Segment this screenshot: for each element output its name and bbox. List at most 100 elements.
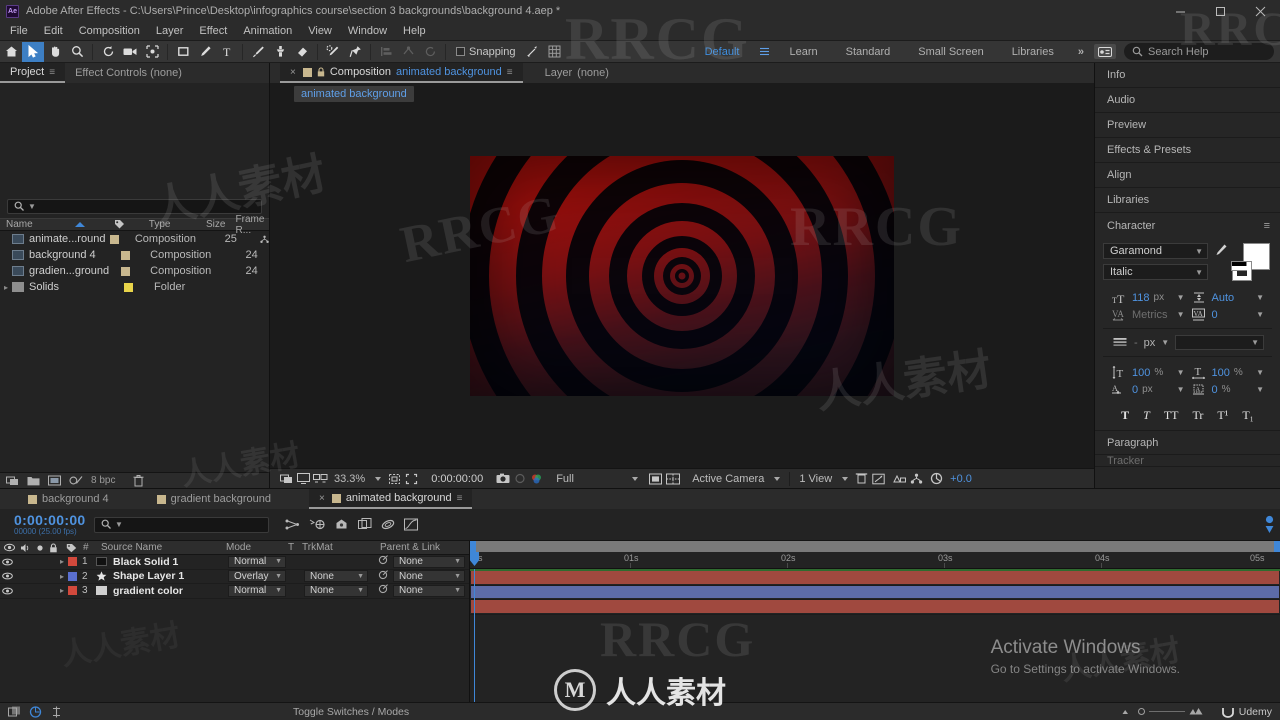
timeline-zoom-slider[interactable] [1122,707,1203,716]
font-size-field[interactable]: TT 118 px ▼ [1111,289,1185,306]
close-icon[interactable]: × [290,63,296,82]
menu-edit[interactable]: Edit [36,22,71,40]
layer-row[interactable]: ▸ 3 gradient color Normal ▼ None ▼ None … [0,584,469,599]
chevron-down-icon[interactable]: ▼ [1177,368,1185,377]
layer-name[interactable]: gradient color [113,585,228,597]
hand-tool-icon[interactable] [44,42,66,62]
current-time-indicator[interactable] [470,552,479,566]
tab-effect-controls[interactable]: Effect Controls (none) [65,63,192,83]
composition-mini-flowchart-icon[interactable] [285,518,300,531]
motion-blur-icon[interactable] [381,518,395,531]
layer-track-area[interactable] [470,569,1280,702]
workspace-overflow[interactable]: » [1068,41,1094,63]
panel-tracker[interactable]: Tracker [1095,455,1280,467]
chevron-down-icon[interactable]: ▼ [1161,338,1169,347]
item-label-swatch-cell[interactable] [119,266,150,276]
parent-link-header[interactable]: Parent & Link [374,542,464,553]
puppet-pin-tool-icon[interactable] [344,42,366,62]
layer-visibility-toggle[interactable] [0,587,14,595]
selection-tool-icon[interactable] [22,41,44,62]
panel-audio[interactable]: Audio [1095,88,1280,113]
stroke-width-value[interactable]: - [1134,337,1138,349]
marker-circle-icon[interactable] [1265,515,1274,524]
layer-label-color[interactable] [68,571,77,581]
layer-blend-mode-select[interactable]: Normal ▼ [228,584,286,597]
zoom-dropdown-icon[interactable] [375,476,382,481]
zoom-tool-icon[interactable] [66,42,88,62]
track-row[interactable] [470,571,1280,586]
workspace-standard[interactable]: Standard [832,41,905,63]
panel-paragraph[interactable]: Paragraph [1095,430,1280,455]
panel-menu-icon[interactable]: ≡ [457,489,463,508]
timeline-tab-background-4[interactable]: background 4 [18,489,119,509]
layer-name[interactable]: Black Solid 1 [113,556,228,568]
layer-track-matte-cell[interactable]: None ▼ [304,570,372,583]
column-frame-rate[interactable]: Frame R... [230,214,269,236]
timeline-tab-gradient-background[interactable]: gradient background [147,489,281,509]
home-icon[interactable] [0,42,22,62]
layer-parent-select[interactable]: None ▼ [393,570,465,583]
column-size[interactable]: Size [200,219,230,230]
list-item[interactable]: background 4 Composition 24 [0,247,269,263]
zoom-in-icon[interactable] [1189,707,1203,716]
layer-track-matte-cell[interactable]: None ▼ [304,584,372,597]
3d-view-icon[interactable] [664,471,681,487]
layer-row[interactable]: ▸ 2 Shape Layer 1 Overlay ▼ None ▼ None … [0,569,469,584]
work-area-bar[interactable] [470,541,1280,552]
timeline-graph-area[interactable]: 0s 01s 02s 03s 04s 05s [470,541,1280,702]
brush-tool-icon[interactable] [247,42,269,62]
timeline-flowchart-icon[interactable] [908,471,925,487]
new-composition-icon[interactable] [48,475,61,486]
layer-blend-mode-select[interactable]: Overlay ▼ [228,570,286,583]
preserve-transparency-header[interactable]: T [288,542,302,553]
hide-shy-layers-icon[interactable] [334,518,349,531]
clone-stamp-tool-icon[interactable] [269,42,291,62]
snapping-checkbox[interactable] [456,47,465,56]
zoom-out-icon[interactable] [1122,707,1134,716]
layer-duration-bar[interactable] [471,600,1279,613]
layer-expand-arrow[interactable]: ▸ [56,586,68,595]
pick-whip-icon[interactable] [378,555,388,568]
viewer-timecode[interactable]: 0:00:00:00 [426,473,488,485]
panel-effects-presets[interactable]: Effects & Presets [1095,138,1280,163]
color-depth-label[interactable]: 8 bpc [91,475,115,486]
layer-parent-select[interactable]: None ▼ [393,584,465,597]
camera-tool-icon[interactable] [119,42,141,62]
track-row[interactable] [470,585,1280,600]
panel-character[interactable]: Character ≡ [1095,213,1280,238]
snapping-toggle[interactable]: Snapping [456,46,516,58]
chevron-down-icon[interactable]: ▼ [1177,385,1185,394]
layer-duration-bar[interactable] [471,585,1279,598]
source-name-header[interactable]: Source Name [91,542,226,553]
layer-parent-select[interactable]: None ▼ [393,555,465,568]
item-label-swatch-cell[interactable] [108,234,135,244]
marker-triangle-icon[interactable] [1265,525,1274,534]
workspace-learn[interactable]: Learn [775,41,831,63]
dual-monitor-icon[interactable] [312,471,329,487]
track-matte-header[interactable]: TrkMat [302,542,374,553]
new-folder-icon[interactable] [27,475,40,486]
camera-dropdown-icon[interactable] [774,476,781,481]
expand-arrow[interactable]: ▸ [0,283,12,292]
pen-tool-icon[interactable] [194,42,216,62]
minimize-button[interactable] [1160,0,1200,22]
panel-align[interactable]: Align [1095,163,1280,188]
search-help-field[interactable]: Search Help [1124,43,1274,60]
project-settings-icon[interactable] [69,475,83,486]
font-family-select[interactable]: Garamond ▼ [1103,243,1208,259]
horizontal-scale-field[interactable]: T 100 % ▼ [1191,364,1264,381]
chevron-down-icon[interactable]: ▼ [1256,368,1264,377]
menu-help[interactable]: Help [395,22,434,40]
close-icon[interactable]: × [319,489,325,508]
tsume-field[interactable]: A 0 % ▼ [1191,381,1264,398]
layer-row[interactable]: ▸ 1 Black Solid 1 Normal ▼ None ▼ [0,555,469,570]
frame-blending-icon[interactable] [358,518,372,531]
time-ruler[interactable]: 0s 01s 02s 03s 04s 05s [470,541,1280,569]
maximize-button[interactable] [1200,0,1240,22]
zoom-level[interactable]: 33.3% [329,473,370,485]
resolution-value[interactable]: Full [551,473,627,485]
fast-previews-icon[interactable] [891,471,908,487]
zoom-slider-track[interactable] [1148,711,1185,712]
menu-file[interactable]: File [7,22,36,40]
list-item[interactable]: gradien...ground Composition 24 [0,263,269,279]
